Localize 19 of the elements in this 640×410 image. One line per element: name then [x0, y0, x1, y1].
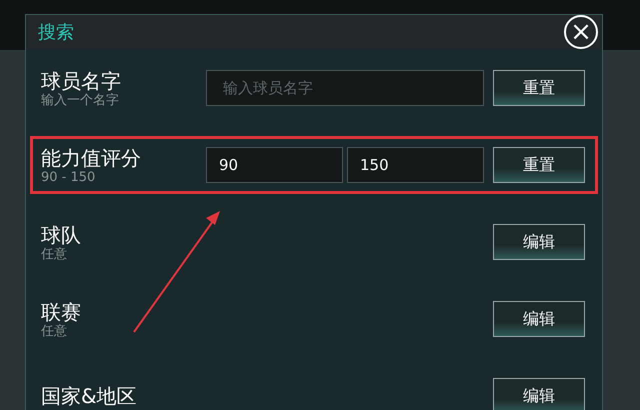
filter-hint: 任意 — [41, 324, 68, 338]
filter-label: 联赛 — [41, 300, 82, 324]
filter-hint: 任意 — [41, 246, 68, 262]
name-input-field[interactable]: 输入球员名字 — [206, 70, 484, 106]
dialog-title: 搜索 — [38, 20, 74, 44]
action-button[interactable]: 编辑 — [493, 378, 585, 410]
action-button[interactable]: 重置 — [493, 70, 585, 106]
max-input-field[interactable]: 150 — [347, 147, 484, 183]
filter-label: 国家&地区 — [41, 384, 138, 408]
filter-hint: 90 - 150 — [41, 170, 96, 184]
action-button[interactable]: 重置 — [493, 147, 585, 183]
close-button[interactable]: × — [564, 15, 598, 49]
filter-hint: 输入一个名字 — [41, 92, 120, 108]
filter-label: 能力值评分 — [41, 146, 142, 170]
filter-label: 球员名字 — [41, 68, 122, 92]
min-input-field[interactable]: 90 — [206, 147, 343, 183]
action-button[interactable]: 编辑 — [493, 301, 585, 337]
action-button[interactable]: 编辑 — [493, 224, 585, 260]
filter-label: 球队 — [41, 222, 82, 246]
